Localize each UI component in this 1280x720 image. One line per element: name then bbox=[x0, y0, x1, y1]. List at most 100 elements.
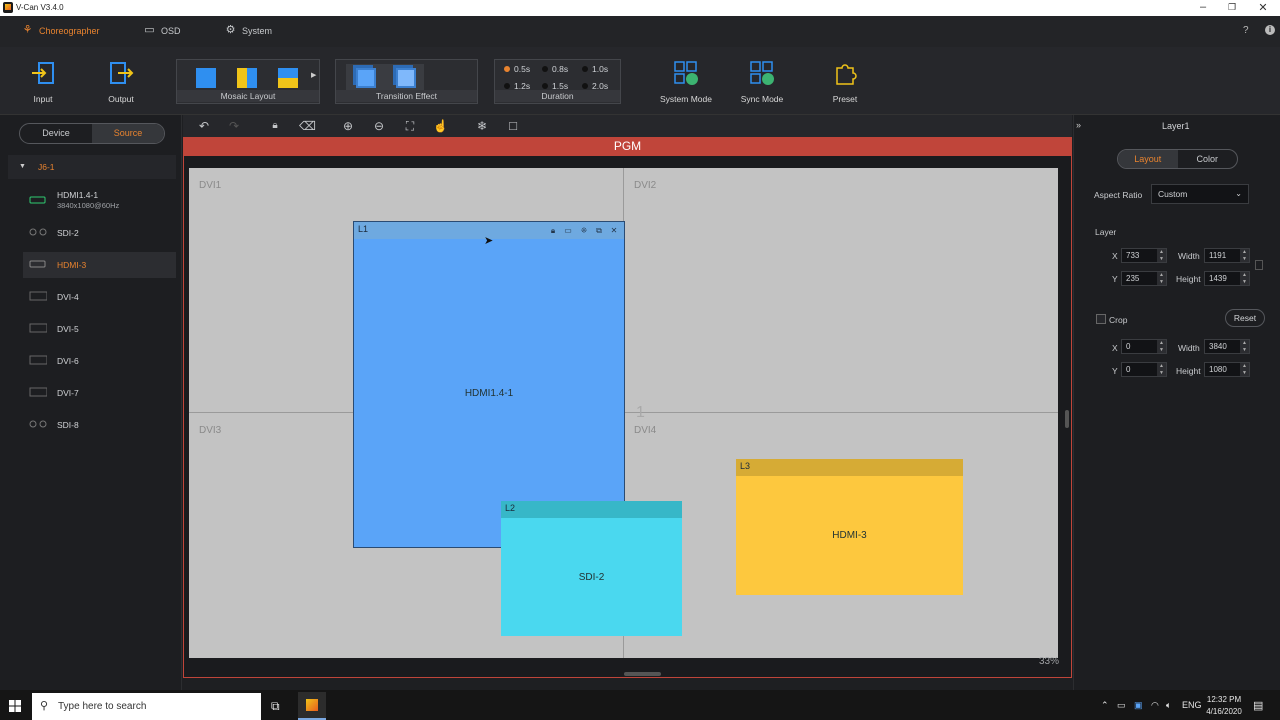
source-item-sdi-8[interactable]: SDI-8 bbox=[23, 412, 176, 438]
close-icon[interactable]: ✕ bbox=[609, 226, 619, 236]
wifi-icon[interactable]: ◠ bbox=[1151, 700, 1159, 711]
crop-width-field[interactable]: 3840 ▲ ▼ bbox=[1204, 339, 1250, 354]
language-indicator[interactable]: ENG bbox=[1182, 700, 1202, 710]
source-item-dvi-5[interactable]: DVI-5 bbox=[23, 316, 176, 342]
transition-fade-icon[interactable] bbox=[396, 68, 416, 88]
crop-y-field[interactable]: 0 ▲ ▼ bbox=[1121, 362, 1167, 377]
wall-center-marker: 1 bbox=[636, 404, 645, 421]
crop-checkbox[interactable] bbox=[1096, 314, 1106, 324]
source-item-dvi-7[interactable]: DVI-7 bbox=[23, 380, 176, 406]
window-icon[interactable]: ▭ bbox=[563, 226, 573, 236]
reset-button[interactable]: Reset bbox=[1225, 309, 1265, 327]
collapse-panel-icon[interactable]: » bbox=[1076, 120, 1081, 130]
maximize-button[interactable]: ❐ bbox=[1222, 2, 1242, 13]
horizontal-scrollbar[interactable] bbox=[624, 672, 661, 676]
window-title: V-Can V3.4.0 bbox=[16, 3, 64, 12]
crop-height-field[interactable]: 1080 ▲ ▼ bbox=[1204, 362, 1250, 377]
tab-source[interactable]: Source bbox=[92, 124, 164, 143]
fit-screen-icon[interactable]: ⛶ bbox=[403, 119, 417, 133]
output-label-dvi4: DVI4 bbox=[634, 425, 657, 436]
duration-group: 0.5s 0.8s 1.0s 1.2s 1.5s 2.0s Duration bbox=[494, 59, 621, 104]
layout-split-vertical-icon[interactable] bbox=[237, 68, 257, 88]
layer-l1[interactable]: L1 🔒︎ ▭ ⁜ ⧉ ✕ HDMI1.4-1 bbox=[353, 221, 625, 548]
mosaic-layout-label: Mosaic Layout bbox=[177, 90, 319, 102]
source-item-sdi-2[interactable]: SDI-2 bbox=[23, 220, 176, 246]
output-icon bbox=[108, 60, 134, 86]
redo-icon[interactable]: ↷ bbox=[227, 119, 241, 133]
system-mode-button[interactable]: System Mode bbox=[656, 60, 716, 104]
layer-l3[interactable]: L3 HDMI-3 bbox=[736, 459, 963, 595]
freeze-icon[interactable]: ❄ bbox=[475, 119, 489, 133]
task-view-icon[interactable]: ⧉ bbox=[271, 699, 280, 714]
undo-icon[interactable]: ↶ bbox=[197, 119, 211, 133]
help-icon[interactable]: ? bbox=[1243, 25, 1249, 36]
tree-root-item[interactable]: ▼ J6-1 bbox=[8, 155, 176, 179]
layer-l2[interactable]: L2 SDI-2 bbox=[501, 501, 682, 636]
expand-arrow-icon[interactable]: ▼ bbox=[19, 155, 26, 179]
vertical-scrollbar[interactable] bbox=[1065, 410, 1069, 428]
taskbar-search[interactable]: ⚲ Type here to search bbox=[32, 693, 261, 720]
more-arrow-icon[interactable]: ▶ bbox=[311, 71, 316, 79]
grid-icon[interactable]: ⁜ bbox=[579, 226, 589, 236]
transition-cut-icon[interactable] bbox=[356, 68, 376, 88]
system-mode-icon bbox=[673, 60, 699, 86]
preset-button[interactable]: Preset bbox=[815, 60, 875, 104]
stepper-icon: ▲ ▼ bbox=[1157, 249, 1166, 262]
layer-y-field[interactable]: 235 ▲ ▼ bbox=[1121, 271, 1167, 286]
aspect-ratio-select[interactable]: Custom ⌄ bbox=[1151, 184, 1249, 204]
network-app-icon[interactable]: ▣ bbox=[1134, 700, 1143, 711]
output-button[interactable]: Output bbox=[91, 60, 151, 104]
layer-height-field[interactable]: 1439 ▲ ▼ bbox=[1204, 271, 1250, 286]
touch-icon[interactable]: ☝ bbox=[433, 119, 448, 133]
link-ratio-icon[interactable] bbox=[1255, 260, 1263, 270]
maximize-icon[interactable]: ⧉ bbox=[594, 226, 604, 236]
zoom-in-icon[interactable]: ⊕ bbox=[341, 119, 355, 133]
zoom-out-icon[interactable]: ⊖ bbox=[372, 119, 386, 133]
input-button[interactable]: Input bbox=[13, 60, 73, 104]
tray-chevron-up-icon[interactable]: ⌃ bbox=[1101, 700, 1109, 711]
close-button[interactable]: ✕ bbox=[1253, 1, 1273, 14]
duration-label: Duration bbox=[495, 90, 620, 102]
taskbar-vcan-app[interactable] bbox=[298, 692, 326, 720]
duration-option[interactable]: 0.8s bbox=[542, 64, 582, 74]
duration-option[interactable]: 1.0s bbox=[582, 64, 622, 74]
source-label: HDMI-3 bbox=[57, 260, 87, 270]
lock-icon[interactable]: 🔒︎ bbox=[268, 119, 282, 133]
search-icon: ⚲ bbox=[40, 700, 49, 712]
source-item-hdmi-3[interactable]: HDMI-3 bbox=[23, 252, 176, 278]
crop-x-field[interactable]: 0 ▲ ▼ bbox=[1121, 339, 1167, 354]
tab-device[interactable]: Device bbox=[20, 124, 92, 143]
duration-option[interactable]: 0.5s bbox=[504, 64, 542, 74]
menu-osd[interactable]: ▭ OSD bbox=[144, 25, 180, 36]
crop-y-label: Y bbox=[1112, 366, 1118, 376]
layer-x-field[interactable]: 733 ▲ ▼ bbox=[1121, 248, 1167, 263]
layout-single-icon[interactable] bbox=[196, 68, 216, 88]
transition-effect-label: Transition Effect bbox=[336, 90, 477, 102]
layer-width-field[interactable]: 1191 ▲ ▼ bbox=[1204, 248, 1250, 263]
layer-header[interactable]: L3 bbox=[736, 459, 963, 476]
black-screen-icon[interactable]: □ bbox=[506, 119, 520, 133]
source-label: DVI-5 bbox=[57, 324, 79, 334]
sync-mode-button[interactable]: Sync Mode bbox=[732, 60, 792, 104]
windows-start-icon[interactable] bbox=[9, 700, 21, 712]
hdmi-icon bbox=[29, 196, 46, 204]
source-item-dvi-4[interactable]: DVI-4 bbox=[23, 284, 176, 310]
menu-system[interactable]: ⚙ System bbox=[225, 25, 272, 36]
source-item-dvi-6[interactable]: DVI-6 bbox=[23, 348, 176, 374]
clock[interactable]: 12:32 PM 4/16/2020 bbox=[1204, 695, 1244, 716]
lock-icon[interactable]: 🔒︎ bbox=[548, 226, 558, 236]
menu-choreographer[interactable]: ⚘ Choreographer bbox=[22, 25, 100, 36]
battery-icon[interactable]: ▭ bbox=[1117, 700, 1126, 711]
brush-icon[interactable]: ⌫ bbox=[299, 119, 316, 133]
tab-layout[interactable]: Layout bbox=[1118, 150, 1178, 168]
source-item-hdmi1-4-1[interactable]: HDMI1.4-1 3840x1080@60Hz bbox=[23, 188, 176, 214]
source-label: HDMI1.4-1 bbox=[57, 190, 99, 200]
tab-color[interactable]: Color bbox=[1178, 150, 1238, 168]
minimize-button[interactable]: – bbox=[1193, 1, 1213, 13]
layer-header[interactable]: L2 bbox=[501, 501, 682, 518]
notification-icon[interactable]: ▤ bbox=[1253, 699, 1263, 712]
layout-split-horizontal-icon[interactable] bbox=[278, 68, 298, 88]
source-label: DVI-4 bbox=[57, 292, 79, 302]
volume-icon[interactable]: 🔈︎ bbox=[1166, 700, 1171, 711]
info-icon[interactable]: i bbox=[1265, 25, 1275, 35]
